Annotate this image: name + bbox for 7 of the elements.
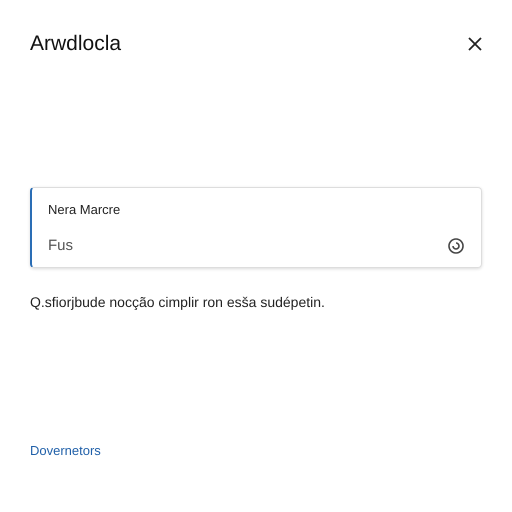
- link[interactable]: Dovernetors: [30, 440, 482, 460]
- refresh-icon[interactable]: [447, 236, 465, 255]
- dialog-title: Arwdlocla: [30, 31, 122, 58]
- field-label: Nera Marcre: [48, 201, 122, 219]
- text-field[interactable]: Nera Marcre Fus: [30, 187, 482, 268]
- message-text: Q.sfiorjbude nocção cimplir ron esša sudépetin.: [30, 293, 326, 312]
- field-value: Fus: [48, 236, 74, 256]
